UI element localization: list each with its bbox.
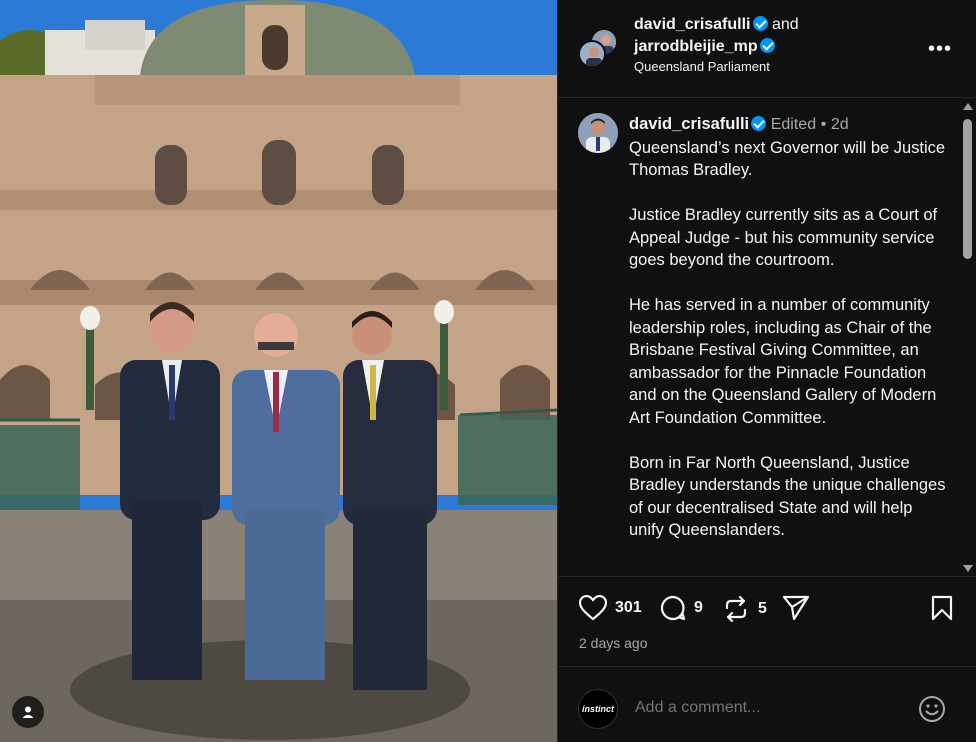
bookmark-icon (931, 595, 953, 621)
comment-count[interactable]: 9 (694, 599, 703, 617)
share-button[interactable] (782, 595, 810, 621)
verified-badge-icon (752, 16, 768, 31)
repost-icon (725, 595, 747, 623)
comment-composer: instinct (558, 666, 976, 742)
repost-button[interactable]: 5 (722, 595, 767, 623)
post-location[interactable]: Queensland Parliament (634, 58, 799, 76)
repost-count[interactable]: 5 (758, 600, 767, 618)
header-username-2[interactable]: jarrodbleijie_mp (634, 38, 758, 55)
post-details-panel: david_crisafulli and jarrodbleijie_mp Qu… (557, 0, 976, 742)
scrollbar-thumb[interactable] (963, 119, 972, 259)
caption-body: david_crisafulli Edited • 2d Queensland’… (629, 113, 949, 542)
comment-bubble-icon (660, 595, 686, 621)
user-tag-icon[interactable] (12, 696, 44, 728)
post-photo[interactable] (0, 0, 557, 742)
caption-scrollbar[interactable] (960, 99, 974, 576)
smiley-icon[interactable] (918, 695, 946, 723)
like-button[interactable]: 301 (579, 595, 642, 621)
post-header: david_crisafulli and jarrodbleijie_mp Qu… (558, 0, 976, 98)
avatar (578, 40, 606, 68)
header-and-text: and (771, 16, 799, 33)
header-username-1[interactable]: david_crisafulli (634, 16, 751, 33)
verified-badge-icon (751, 116, 767, 131)
caption-area: david_crisafulli Edited • 2d Queensland’… (558, 99, 960, 576)
send-icon (782, 595, 810, 621)
avatar[interactable]: instinct (578, 689, 618, 729)
meta-separator: • (820, 116, 827, 133)
parliament-photo (0, 0, 557, 742)
save-button[interactable] (931, 595, 953, 621)
comment-input[interactable] (635, 699, 895, 717)
header-usernames: david_crisafulli and jarrodbleijie_mp Qu… (634, 14, 799, 76)
action-bar: 301 9 5 2 days ago (558, 576, 976, 666)
like-count[interactable]: 301 (615, 599, 642, 617)
heart-icon (579, 595, 607, 621)
scroll-down-arrow-icon[interactable] (963, 565, 973, 572)
posted-time[interactable]: 2 days ago (579, 635, 648, 651)
verified-badge-icon (759, 38, 775, 53)
caption-text: Queensland’s next Governor will be Justi… (629, 138, 946, 540)
collab-avatars[interactable] (578, 28, 620, 70)
scroll-up-arrow-icon[interactable] (963, 103, 973, 110)
post-age: 2d (830, 116, 849, 133)
comment-button[interactable]: 9 (660, 595, 703, 621)
more-horizontal-icon[interactable]: ••• (928, 38, 952, 61)
avatar[interactable] (578, 113, 618, 153)
caption-username[interactable]: david_crisafulli (629, 115, 749, 133)
edited-label: Edited (770, 116, 817, 133)
